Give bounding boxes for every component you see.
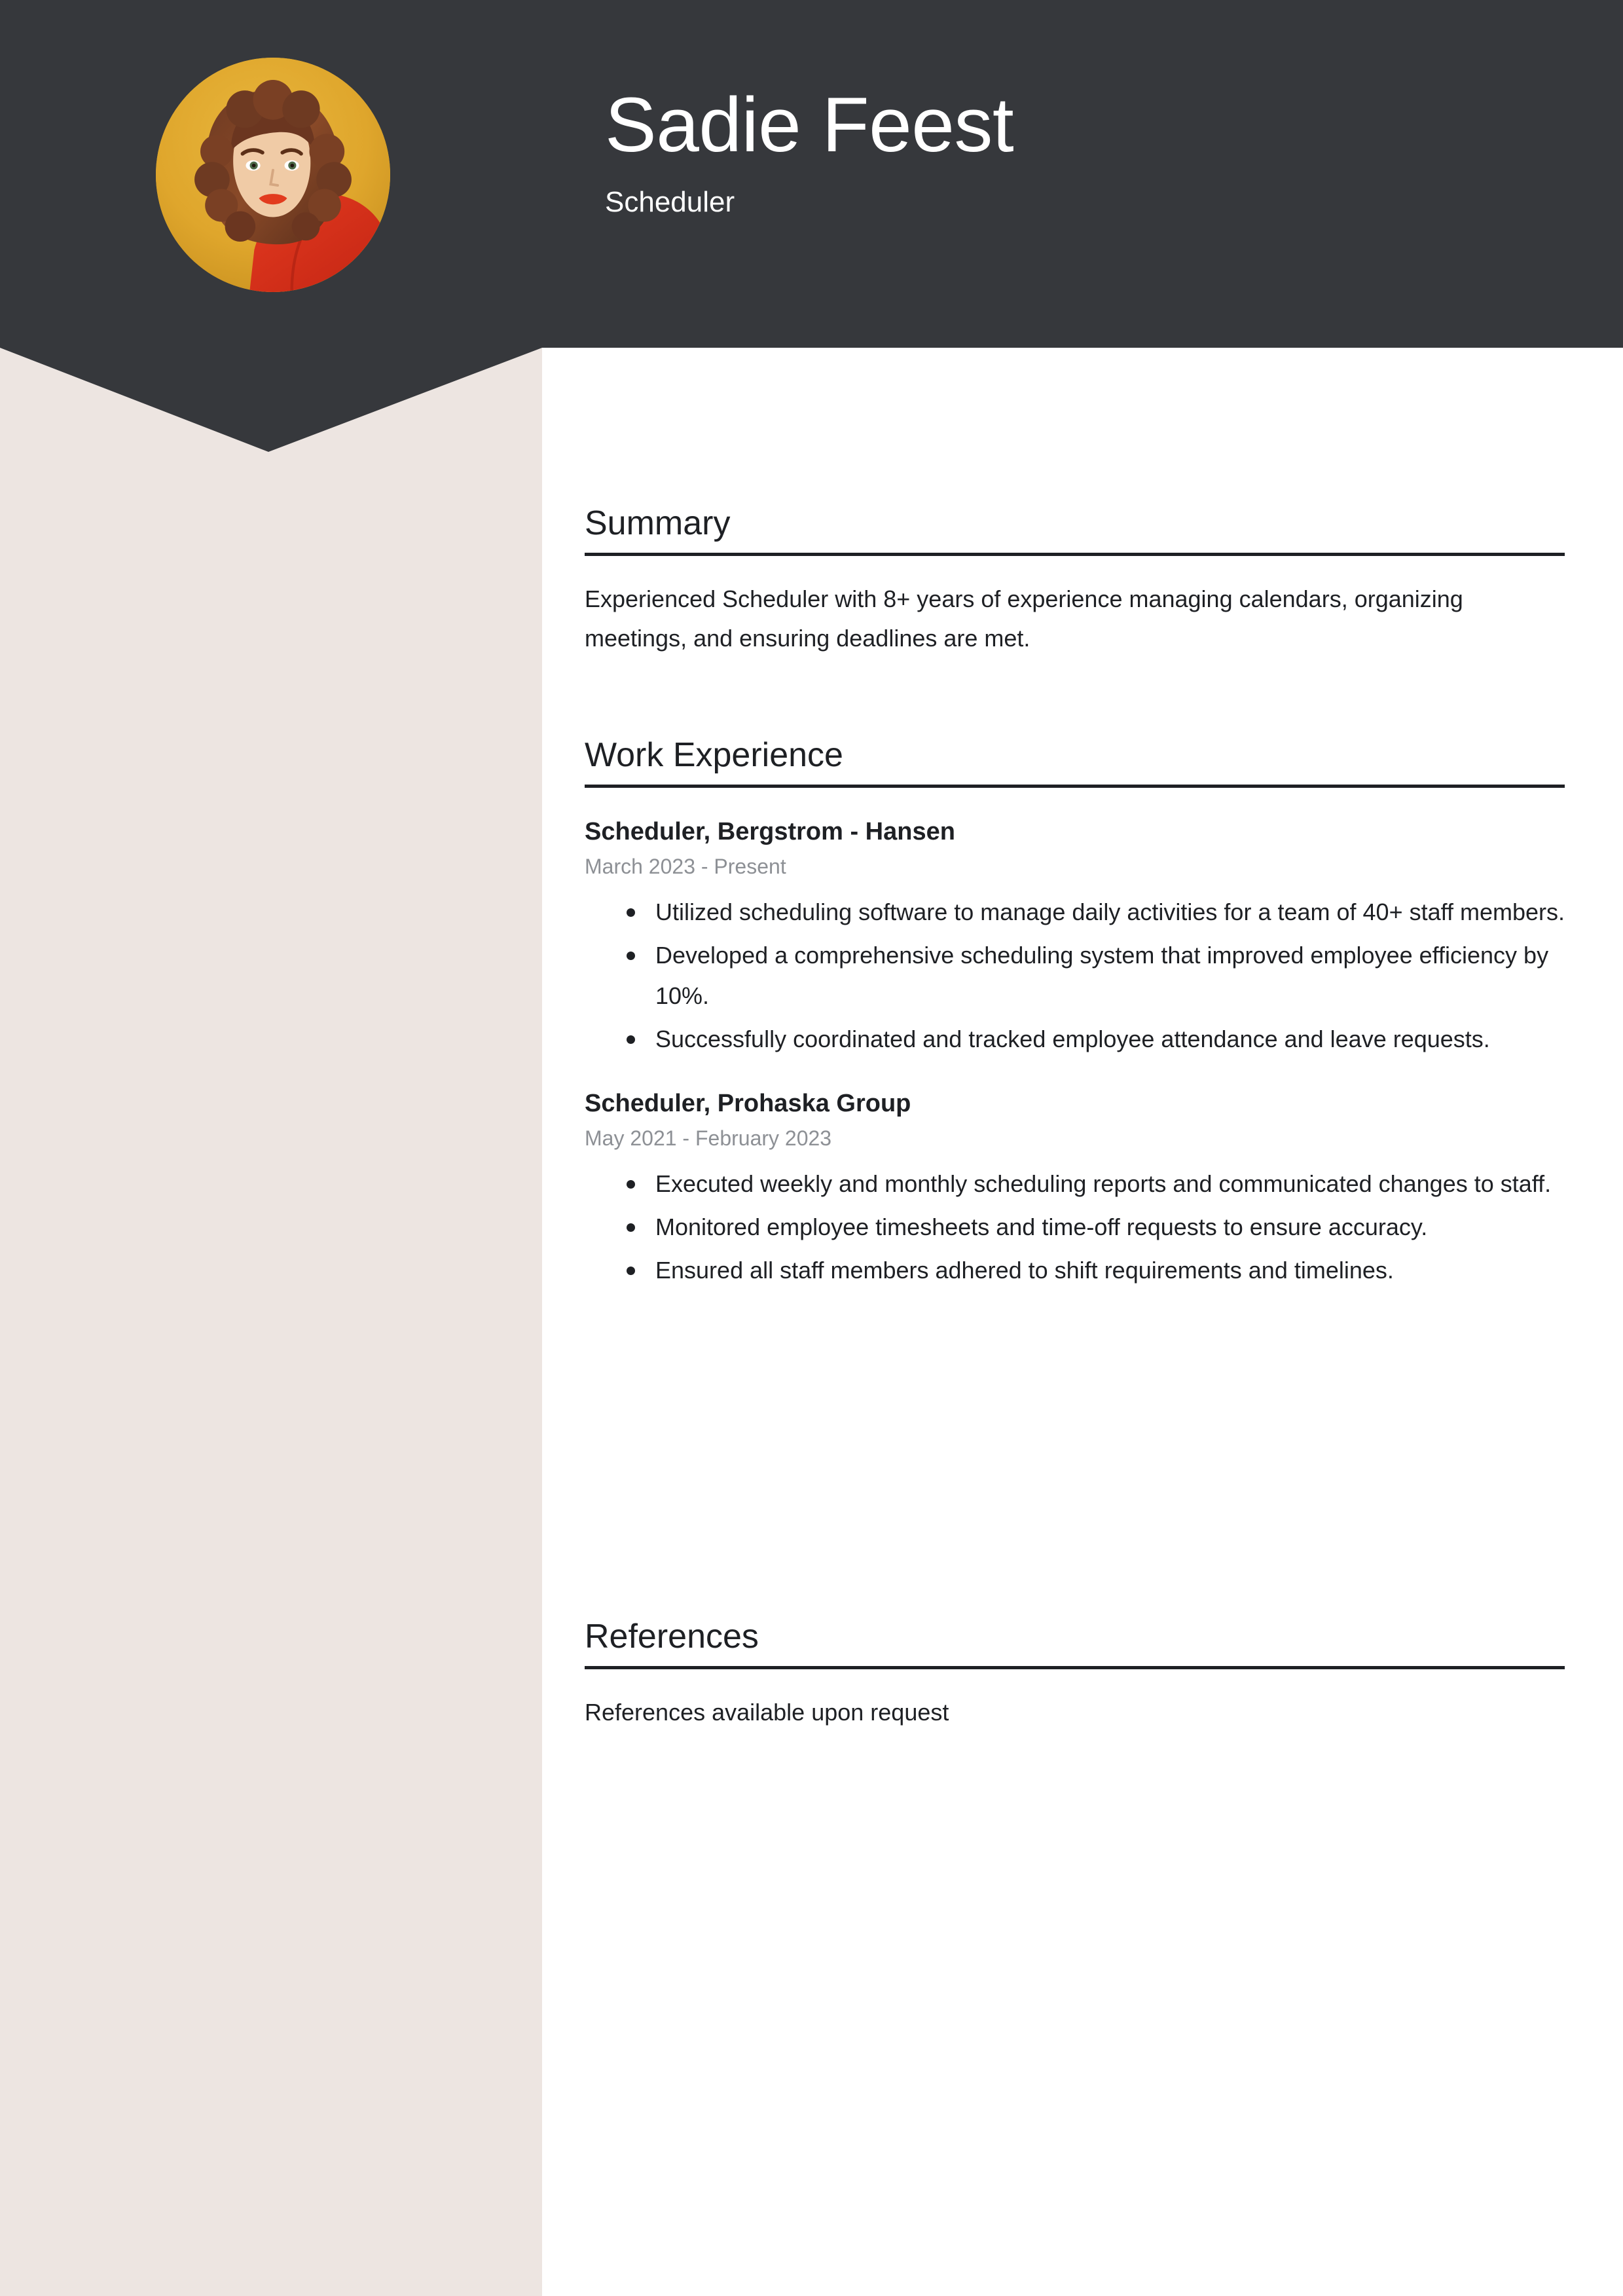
- work-experience-heading: Work Experience: [585, 736, 843, 774]
- work-experience-section: Work Experience Scheduler, Bergstrom - H…: [585, 735, 1565, 1293]
- job-bullet-list: Executed weekly and monthly scheduling r…: [585, 1164, 1565, 1291]
- job-entry: Scheduler, Bergstrom - Hansen March 2023…: [585, 817, 1565, 1060]
- references-text: References available upon request: [585, 1699, 949, 1726]
- header-text-block: Sadie Feest Scheduler: [605, 82, 1014, 219]
- summary-text: Experienced Scheduler with 8+ years of e…: [585, 585, 1463, 652]
- job-dates: March 2023 - Present: [585, 854, 786, 878]
- list-item: Executed weekly and monthly scheduling r…: [627, 1164, 1565, 1204]
- list-item: Utilized scheduling software to manage d…: [627, 892, 1565, 933]
- avatar: [156, 58, 390, 292]
- job-title: Scheduler, Bergstrom - Hansen: [585, 818, 955, 846]
- summary-section: Summary Experienced Scheduler with 8+ ye…: [585, 503, 1565, 657]
- list-item: Monitored employee timesheets and time-o…: [627, 1207, 1565, 1248]
- list-item: Developed a comprehensive scheduling sys…: [627, 935, 1565, 1016]
- profile-photo-icon: [156, 58, 390, 292]
- references-divider: [585, 1666, 1565, 1670]
- references-heading: References: [585, 1618, 759, 1656]
- list-item: Ensured all staff members adhered to shi…: [627, 1250, 1565, 1291]
- job-bullet-list: Utilized scheduling software to manage d…: [585, 892, 1565, 1060]
- list-item: Successfully coordinated and tracked emp…: [627, 1019, 1565, 1060]
- job-entry: Scheduler, Prohaska Group May 2021 - Feb…: [585, 1088, 1565, 1291]
- references-section: References References available upon req…: [585, 1616, 1565, 1732]
- job-title: Scheduler, Prohaska Group: [585, 1090, 911, 1118]
- job-dates: May 2021 - February 2023: [585, 1126, 832, 1150]
- resume-page: Sadie Feest Scheduler Contact Details sa…: [0, 0, 1623, 2296]
- work-experience-divider: [585, 785, 1565, 788]
- summary-divider: [585, 553, 1565, 557]
- page-title: Sadie Feest: [605, 82, 1014, 168]
- summary-heading: Summary: [585, 504, 731, 542]
- header-job-title: Scheduler: [605, 186, 735, 219]
